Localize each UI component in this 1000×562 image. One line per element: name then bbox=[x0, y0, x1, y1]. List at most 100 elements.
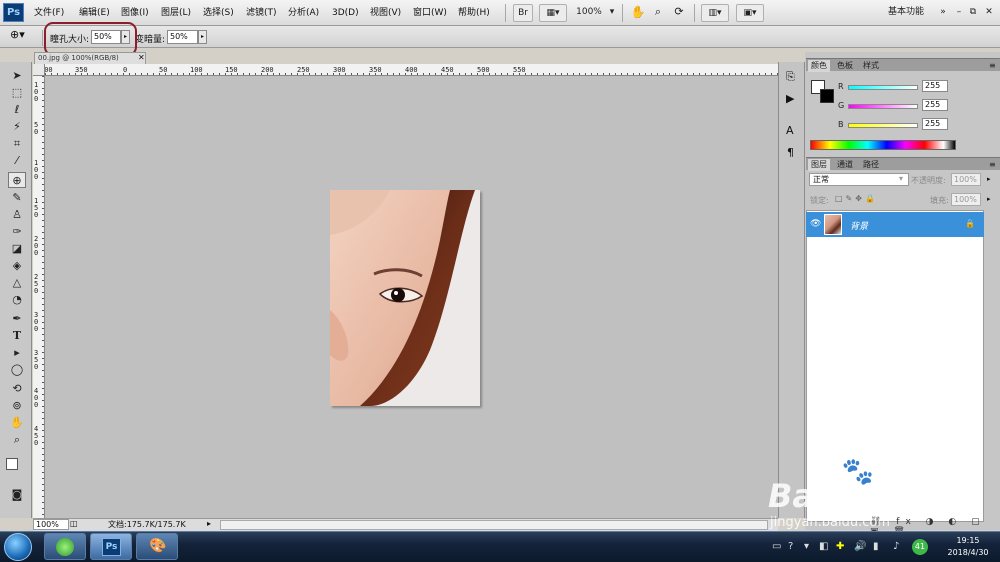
marquee-tool-icon[interactable]: ⬚ bbox=[8, 85, 26, 101]
menu-view[interactable]: 视图(V) bbox=[370, 0, 401, 26]
menu-help[interactable]: 帮助(H) bbox=[458, 0, 490, 26]
green-slider[interactable] bbox=[848, 104, 918, 109]
pen-tool-icon[interactable]: ✒ bbox=[8, 311, 26, 327]
eyedropper-tool-icon[interactable]: ⁄ bbox=[8, 153, 26, 169]
character-panel-icon[interactable]: A bbox=[786, 124, 794, 137]
zoom-tool-icon[interactable]: ⌕ bbox=[650, 4, 666, 22]
background-color-swatch[interactable] bbox=[820, 89, 834, 103]
screen-mode-button[interactable]: ▣▾ bbox=[736, 4, 764, 22]
fill-field[interactable]: 100% bbox=[951, 193, 981, 206]
workspace-switcher[interactable]: 基本功能 bbox=[888, 4, 938, 22]
signal-icon[interactable]: ▮ bbox=[873, 541, 879, 552]
darken-amount-field[interactable]: 50% bbox=[167, 30, 198, 44]
close-icon[interactable]: ✕ bbox=[138, 52, 145, 64]
clone-stamp-tool-icon[interactable]: ♙ bbox=[8, 207, 26, 223]
taskbar-item-photoshop[interactable]: Ps bbox=[90, 533, 132, 560]
eye-icon[interactable]: 👁 bbox=[810, 219, 821, 229]
status-menu-arrow-icon[interactable]: ▸ bbox=[207, 519, 211, 528]
opacity-field[interactable]: 100% bbox=[951, 173, 981, 186]
magic-wand-tool-icon[interactable]: ⚡ bbox=[8, 119, 26, 135]
rotate-view-icon[interactable]: ⟳ bbox=[670, 4, 688, 22]
paint-bucket-tool-icon[interactable]: ◈ bbox=[8, 258, 26, 274]
paragraph-panel-icon[interactable]: ¶ bbox=[787, 146, 794, 159]
blend-mode-select[interactable]: 正常 bbox=[809, 173, 909, 186]
zoom-field[interactable]: 100% bbox=[33, 519, 69, 530]
red-eye-tool-icon[interactable]: ⊕ bbox=[8, 172, 26, 188]
foreground-color-swatch[interactable] bbox=[6, 458, 18, 470]
menu-select[interactable]: 选择(S) bbox=[203, 0, 234, 26]
layer-name[interactable]: 背景 bbox=[850, 219, 868, 232]
tray-badge[interactable]: 41 bbox=[912, 539, 928, 555]
horizontal-scrollbar[interactable] bbox=[220, 520, 768, 530]
volume-icon[interactable]: 🔊 bbox=[854, 541, 866, 552]
view-extras-button[interactable]: ▦▾ bbox=[539, 4, 567, 22]
panel-menu-icon[interactable]: ≡ bbox=[986, 159, 999, 171]
tab-channels[interactable]: 通道 bbox=[834, 159, 856, 171]
color-spectrum-bar[interactable] bbox=[810, 140, 956, 150]
3d-orbit-tool-icon[interactable]: ⊚ bbox=[8, 398, 26, 414]
speaker-icon[interactable]: ♪ bbox=[893, 541, 899, 552]
tab-styles[interactable]: 样式 bbox=[860, 60, 882, 72]
zoom-level-select[interactable]: 100% bbox=[574, 4, 604, 22]
network-icon[interactable]: ▭ bbox=[772, 541, 781, 552]
lasso-tool-icon[interactable]: ℓ bbox=[8, 102, 26, 118]
move-tool-icon[interactable]: ➤ bbox=[8, 68, 26, 84]
blur-tool-icon[interactable]: △ bbox=[8, 275, 26, 291]
restore-icon[interactable]: ⧉ bbox=[967, 4, 979, 22]
history-brush-tool-icon[interactable]: ✑ bbox=[8, 224, 26, 240]
panel-menu-icon[interactable]: ≡ bbox=[986, 60, 999, 72]
minimize-icon[interactable]: – bbox=[953, 4, 965, 22]
security-icon[interactable]: ✚ bbox=[836, 541, 844, 552]
brush-tool-icon[interactable]: ✎ bbox=[8, 190, 26, 206]
3d-rotate-tool-icon[interactable]: ⟲ bbox=[8, 381, 26, 397]
menu-analysis[interactable]: 分析(A) bbox=[288, 0, 319, 26]
arrange-documents-button[interactable]: ▥▾ bbox=[701, 4, 729, 22]
tab-layers[interactable]: 图层 bbox=[808, 159, 830, 171]
chevron-down-icon[interactable]: ▾ bbox=[899, 174, 903, 183]
hand-tool-icon[interactable]: ✋ bbox=[8, 415, 26, 431]
bridge-button[interactable]: Br bbox=[513, 4, 533, 22]
quick-mask-icon[interactable]: ◙ bbox=[8, 487, 26, 503]
red-slider[interactable] bbox=[848, 85, 918, 90]
zoom-preview-icon[interactable]: ◫ bbox=[70, 519, 80, 530]
start-button[interactable] bbox=[4, 533, 32, 561]
path-selection-tool-icon[interactable]: ▸ bbox=[8, 345, 26, 361]
blue-slider[interactable] bbox=[848, 123, 918, 128]
red-eye-tool-preset-icon[interactable]: ⊕▾ bbox=[10, 28, 25, 41]
hand-tool-icon[interactable]: ✋ bbox=[629, 4, 647, 22]
tray-arrow-icon[interactable]: ▾ bbox=[804, 541, 809, 552]
chevron-down-icon[interactable]: ▾ bbox=[607, 4, 617, 22]
document-info[interactable]: 文档:175.7K/175.7K bbox=[108, 519, 186, 530]
history-panel-icon[interactable]: ⎘ bbox=[786, 70, 795, 84]
menu-filter[interactable]: 滤镜(T) bbox=[246, 0, 277, 26]
tab-color[interactable]: 颜色 bbox=[808, 60, 830, 72]
system-clock[interactable]: 19:15 2018/4/30 bbox=[938, 535, 998, 559]
dodge-tool-icon[interactable]: ◔ bbox=[8, 292, 26, 308]
eraser-tool-icon[interactable]: ◪ bbox=[8, 241, 26, 257]
shape-tool-icon[interactable]: ◯ bbox=[8, 362, 26, 378]
actions-panel-icon[interactable]: ▶ bbox=[786, 92, 794, 105]
darken-amount-arrow-icon[interactable]: ▸ bbox=[198, 30, 207, 44]
help-icon[interactable]: ? bbox=[788, 541, 793, 552]
menu-3d[interactable]: 3D(D) bbox=[332, 0, 359, 26]
arrow-right-icon[interactable]: ▸ bbox=[987, 175, 991, 183]
red-value[interactable]: 255 bbox=[922, 80, 948, 92]
document-tab[interactable]: 00.jpg @ 100%(RGB/8) bbox=[34, 52, 146, 64]
chevron-right-icon[interactable]: » bbox=[938, 4, 948, 22]
arrow-right-icon[interactable]: ▸ bbox=[987, 195, 991, 203]
tab-swatches[interactable]: 色板 bbox=[834, 60, 856, 72]
green-value[interactable]: 255 bbox=[922, 99, 948, 111]
menu-layer[interactable]: 图层(L) bbox=[161, 0, 191, 26]
taskbar-item-paint[interactable]: 🎨 bbox=[136, 533, 178, 560]
app-tray-icon[interactable]: ◧ bbox=[819, 541, 828, 552]
close-icon[interactable]: ✕ bbox=[982, 4, 996, 22]
taskbar-item-browser[interactable] bbox=[44, 533, 86, 560]
document-image[interactable] bbox=[330, 190, 480, 406]
crop-tool-icon[interactable]: ⌗ bbox=[8, 136, 26, 152]
menu-window[interactable]: 窗口(W) bbox=[413, 0, 447, 26]
lock-icons[interactable]: □✎✥🔒 bbox=[835, 194, 878, 203]
blue-value[interactable]: 255 bbox=[922, 118, 948, 130]
tab-paths[interactable]: 路径 bbox=[860, 159, 882, 171]
zoom-tool-icon[interactable]: ⌕ bbox=[8, 432, 26, 448]
type-tool-icon[interactable]: T bbox=[8, 328, 26, 344]
